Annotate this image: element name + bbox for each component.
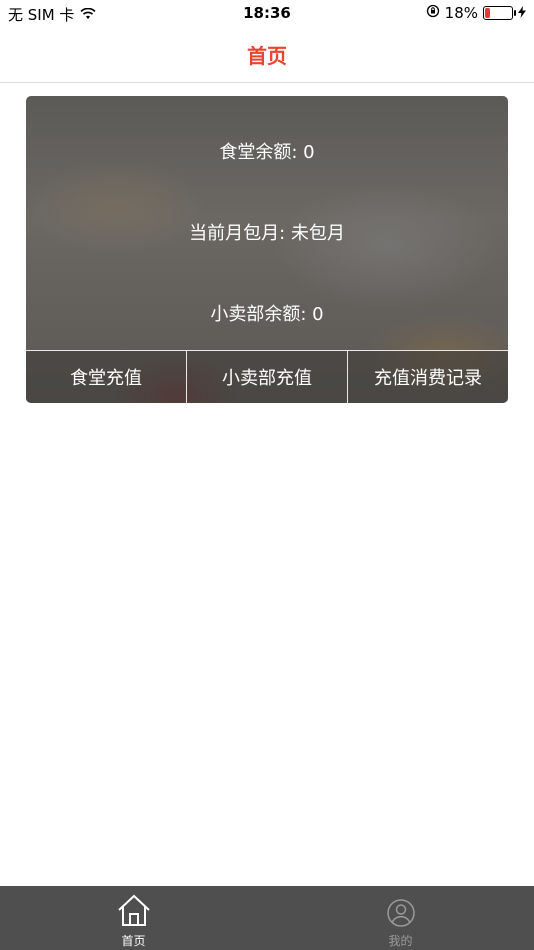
battery-percent: 18% [444, 4, 478, 22]
card-actions: 食堂充值 小卖部充值 充值消费记录 [26, 350, 508, 403]
shop-recharge-button[interactable]: 小卖部充值 [187, 351, 348, 403]
battery-icon [483, 6, 516, 20]
canteen-recharge-button[interactable]: 食堂充值 [26, 351, 187, 403]
status-bar: 无 SIM 卡 18:36 18% [0, 0, 534, 28]
home-icon [116, 892, 152, 932]
page-title: 首页 [247, 44, 287, 68]
records-button[interactable]: 充值消费记录 [348, 351, 508, 403]
nav-bar: 首页 [0, 28, 534, 83]
charging-icon [518, 4, 526, 22]
tab-home[interactable]: 首页 [0, 886, 267, 950]
shop-balance: 小卖部余额: 0 [210, 304, 324, 325]
tab-mine[interactable]: 我的 [267, 886, 534, 950]
battery-fill [485, 8, 490, 18]
user-icon [386, 892, 416, 932]
orientation-lock-icon [426, 4, 440, 22]
tab-bar: 首页 我的 [0, 886, 534, 950]
tab-mine-label: 我的 [388, 934, 413, 948]
monthly-plan-status: 当前月包月: 未包月 [189, 223, 345, 244]
canteen-balance: 食堂余额: 0 [219, 142, 315, 163]
balance-card: 食堂余额: 0 当前月包月: 未包月 小卖部余额: 0 食堂充值 小卖部充值 充… [26, 96, 508, 403]
tab-home-label: 首页 [121, 934, 146, 948]
status-right: 18% [426, 4, 526, 22]
